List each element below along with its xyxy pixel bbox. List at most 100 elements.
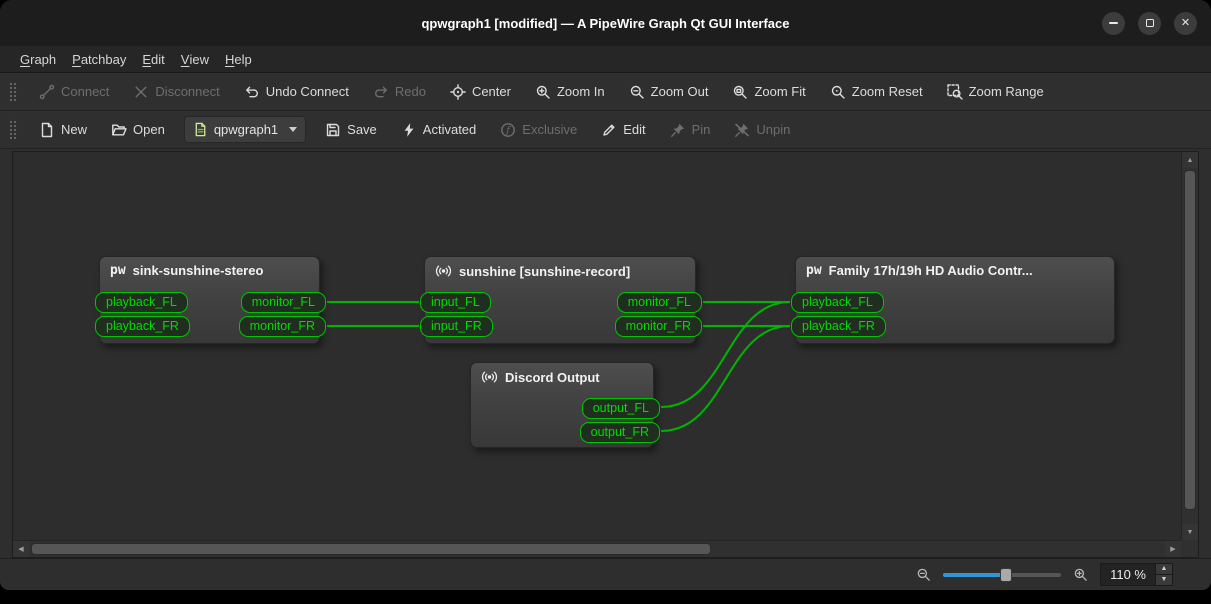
new-button[interactable]: New — [28, 115, 98, 145]
chevron-down-icon — [289, 127, 297, 132]
app-window: qpwgraph1 [modified] — A PipeWire Graph … — [0, 0, 1211, 590]
patchbay-profile-value: qpwgraph1 — [214, 122, 278, 137]
new-label: New — [61, 122, 87, 137]
menu-graph-mnemonic: G — [20, 52, 30, 67]
connect-icon — [39, 84, 55, 100]
activated-button[interactable]: Activated — [390, 115, 487, 145]
open-folder-icon — [111, 122, 127, 138]
vertical-scrollbar[interactable]: ▲ ▼ — [1181, 152, 1198, 540]
titlebar[interactable]: qpwgraph1 [modified] — A PipeWire Graph … — [0, 0, 1211, 46]
zoom-out-button[interactable]: Zoom Out — [618, 77, 720, 107]
minimize-button[interactable] — [1102, 12, 1125, 35]
port-playback-fr[interactable]: playback_FR — [95, 316, 190, 337]
edit-pencil-icon — [601, 122, 617, 138]
disconnect-label: Disconnect — [155, 84, 219, 99]
toolbar-handle[interactable] — [9, 81, 17, 103]
toolbar-handle[interactable] — [9, 119, 17, 141]
patchbay-profile-combo[interactable]: qpwgraph1 — [184, 116, 306, 143]
port-monitor-fr[interactable]: monitor_FR — [239, 316, 326, 337]
horizontal-scroll-track[interactable] — [30, 543, 1164, 555]
scrollbar-corner — [1181, 540, 1198, 557]
port-playback-fr[interactable]: playback_FR — [791, 316, 886, 337]
menu-patchbay[interactable]: Patchbay — [64, 46, 134, 72]
activated-bolt-icon — [401, 122, 417, 138]
vertical-scroll-track[interactable] — [1184, 169, 1196, 523]
graph-viewport[interactable]: pw sink-sunshine-stereo playback_FL play… — [13, 152, 1181, 540]
pin-icon — [670, 122, 686, 138]
zoom-reset-button[interactable]: Zoom Reset — [819, 77, 934, 107]
horizontal-scroll-thumb[interactable] — [31, 543, 711, 555]
node-sink-sunshine-stereo[interactable]: pw sink-sunshine-stereo playback_FL play… — [99, 256, 320, 344]
node-header: Discord Output — [471, 363, 653, 389]
node-title: sunshine [sunshine-record] — [459, 264, 630, 279]
zoom-range-label: Zoom Range — [969, 84, 1044, 99]
minimize-icon — [1109, 22, 1118, 24]
zoom-fit-button[interactable]: Zoom Fit — [721, 77, 816, 107]
zoom-in-mini-icon[interactable] — [1073, 567, 1088, 582]
scroll-down-arrow[interactable]: ▼ — [1182, 524, 1198, 540]
statusbar: 110 % ▲ ▼ — [0, 558, 1211, 590]
port-output-fl[interactable]: output_FL — [582, 398, 660, 419]
zoom-slider-handle[interactable] — [1000, 568, 1012, 582]
maximize-button[interactable] — [1138, 12, 1161, 35]
menu-view[interactable]: View — [173, 46, 217, 72]
save-button[interactable]: Save — [314, 115, 388, 145]
menu-help[interactable]: Help — [217, 46, 260, 72]
zoom-spin-up[interactable]: ▲ — [1156, 564, 1172, 575]
exclusive-button[interactable]: f Exclusive — [489, 115, 588, 145]
connections-layer — [13, 152, 1181, 540]
redo-button[interactable]: Redo — [362, 77, 437, 107]
port-playback-fl[interactable]: playback_FL — [791, 292, 884, 313]
port-playback-fl[interactable]: playback_FL — [95, 292, 188, 313]
node-family-hd-audio[interactable]: pw Family 17h/19h HD Audio Contr... play… — [795, 256, 1115, 344]
port-monitor-fl[interactable]: monitor_FL — [241, 292, 326, 313]
menu-view-mnemonic: V — [181, 52, 190, 67]
zoom-spin-down[interactable]: ▼ — [1156, 575, 1172, 586]
zoom-slider[interactable] — [943, 567, 1061, 583]
unpin-icon — [734, 122, 750, 138]
zoom-out-mini-icon[interactable] — [916, 567, 931, 582]
unpin-button[interactable]: Unpin — [723, 115, 801, 145]
node-header: pw sink-sunshine-stereo — [100, 257, 319, 282]
menu-edit[interactable]: Edit — [134, 46, 172, 72]
output-ports: monitor_FL monitor_FR — [615, 292, 702, 337]
output-ports: monitor_FL monitor_FR — [239, 292, 326, 337]
scroll-left-arrow[interactable]: ◀ — [13, 541, 29, 557]
input-ports: input_FL input_FR — [420, 292, 493, 337]
vertical-scroll-thumb[interactable] — [1184, 170, 1196, 510]
redo-label: Redo — [395, 84, 426, 99]
zoom-value: 110 % — [1101, 564, 1155, 585]
menu-edit-label: dit — [151, 52, 165, 67]
patchbay-file-icon — [193, 122, 208, 137]
window-controls: ✕ — [1102, 0, 1197, 46]
node-sunshine-record[interactable]: sunshine [sunshine-record] input_FL inpu… — [424, 256, 696, 344]
disconnect-button[interactable]: Disconnect — [122, 77, 230, 107]
pin-button[interactable]: Pin — [659, 115, 722, 145]
zoom-spinbox[interactable]: 110 % ▲ ▼ — [1100, 563, 1173, 586]
connect-button[interactable]: Connect — [28, 77, 120, 107]
node-discord-output[interactable]: Discord Output output_FL output_FR — [470, 362, 654, 448]
menu-graph[interactable]: Graph — [12, 46, 64, 72]
center-label: Center — [472, 84, 511, 99]
scroll-up-arrow[interactable]: ▲ — [1182, 152, 1198, 168]
zoom-range-button[interactable]: Zoom Range — [936, 77, 1055, 107]
port-output-fr[interactable]: output_FR — [580, 422, 660, 443]
undo-connect-button[interactable]: Undo Connect — [233, 77, 360, 107]
center-button[interactable]: Center — [439, 77, 522, 107]
port-monitor-fl[interactable]: monitor_FL — [617, 292, 702, 313]
scroll-right-arrow[interactable]: ▶ — [1165, 541, 1181, 557]
open-button[interactable]: Open — [100, 115, 176, 145]
horizontal-scrollbar[interactable]: ◀ ▶ — [13, 540, 1181, 557]
maximize-icon — [1146, 19, 1154, 27]
port-input-fl[interactable]: input_FL — [420, 292, 491, 313]
pipewire-icon: pw — [110, 264, 126, 277]
zoom-reset-label: Zoom Reset — [852, 84, 923, 99]
connect-label: Connect — [61, 84, 109, 99]
port-monitor-fr[interactable]: monitor_FR — [615, 316, 702, 337]
input-ports: playback_FL playback_FR — [791, 292, 886, 337]
edit-button[interactable]: Edit — [590, 115, 656, 145]
node-header: pw Family 17h/19h HD Audio Contr... — [796, 257, 1114, 282]
port-input-fr[interactable]: input_FR — [420, 316, 493, 337]
close-button[interactable]: ✕ — [1174, 12, 1197, 35]
zoom-in-button[interactable]: Zoom In — [524, 77, 616, 107]
